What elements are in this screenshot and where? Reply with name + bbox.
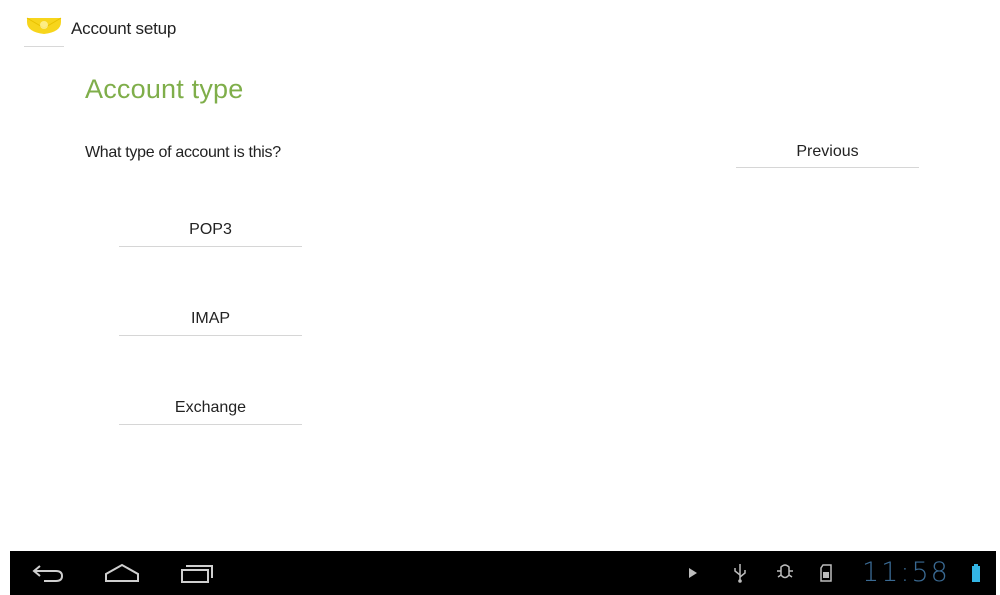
clock: 11:58 bbox=[862, 557, 950, 588]
account-setup-screen: Account setup Account type What type of … bbox=[0, 0, 1000, 595]
app-title: Account setup bbox=[71, 19, 177, 38]
account-type-question: What type of account is this? bbox=[85, 144, 281, 161]
usb-icon bbox=[732, 563, 748, 583]
action-bar: Account setup bbox=[0, 0, 1000, 56]
imap-button[interactable]: IMAP bbox=[119, 303, 302, 336]
email-envelope-icon[interactable] bbox=[24, 12, 64, 48]
previous-button[interactable]: Previous bbox=[736, 136, 919, 168]
system-bar: 11:58 bbox=[10, 551, 996, 595]
play-icon bbox=[686, 563, 700, 583]
exchange-button[interactable]: Exchange bbox=[119, 392, 302, 425]
sd-card-icon bbox=[818, 563, 834, 583]
battery-icon bbox=[970, 563, 982, 583]
app-icon-underline bbox=[24, 46, 64, 47]
back-icon[interactable] bbox=[28, 559, 68, 587]
usb-debugging-icon bbox=[774, 563, 796, 583]
pop3-button[interactable]: POP3 bbox=[119, 214, 302, 247]
home-icon[interactable] bbox=[100, 559, 144, 587]
recent-apps-icon[interactable] bbox=[176, 559, 216, 587]
page-title: Account type bbox=[85, 74, 244, 104]
